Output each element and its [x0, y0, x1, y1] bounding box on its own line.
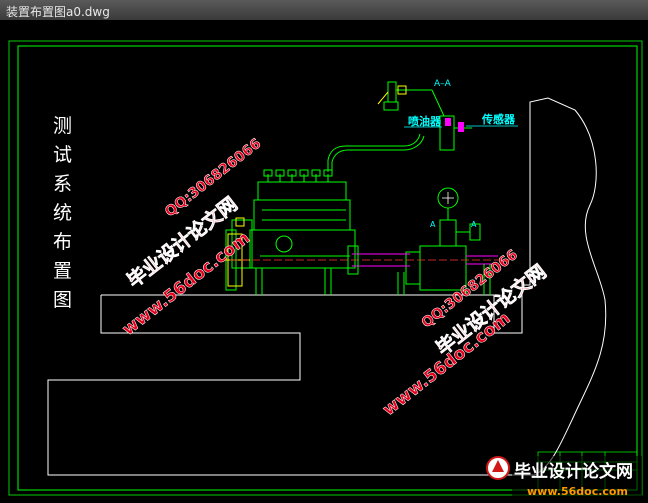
window-title: 装置布置图a0.dwg	[6, 5, 110, 19]
fuel-line	[327, 133, 425, 172]
pressure-gauge	[405, 187, 481, 291]
watermark-right: www.56doc.com QQ:306826066 毕业设计论文网	[379, 246, 551, 420]
marker-a-left: A	[430, 220, 436, 229]
side-title-char-7: 图	[53, 289, 72, 311]
drawing-canvas[interactable]: 测 试 系 统 布 置 图 A–A 喷油器 传感器 A A www.56doc.…	[0, 20, 648, 503]
side-title-char-2: 试	[53, 144, 72, 166]
footer-logo-brand: 毕业设计论文网	[514, 461, 633, 482]
window-titlebar: 装置布置图a0.dwg	[0, 0, 648, 21]
watermark-right-site: www.56doc.com	[379, 308, 514, 420]
label-injector: 喷油器	[408, 114, 442, 128]
watermark-left: www.56doc.com 毕业设计论文网 QQ:306826066	[118, 135, 264, 340]
injector-yellow	[377, 85, 407, 105]
side-title-char-3: 系	[53, 173, 72, 195]
side-title-char-1: 测	[53, 115, 72, 137]
marker-a-right: A	[471, 220, 477, 229]
injection-pump	[225, 169, 356, 295]
side-title-char-6: 置	[53, 260, 72, 282]
footer-logo: 毕业设计论文网 www.56doc.com	[486, 456, 642, 501]
side-title: 测 试 系 统 布 置 图	[53, 115, 72, 311]
label-sensor: 传感器	[481, 112, 516, 126]
side-title-char-5: 布	[53, 231, 72, 253]
gauge-details	[442, 192, 454, 204]
side-title-char-4: 统	[53, 202, 72, 224]
section-label-a-a: A–A	[434, 79, 452, 89]
footer-logo-url: www.56doc.com	[527, 485, 628, 498]
